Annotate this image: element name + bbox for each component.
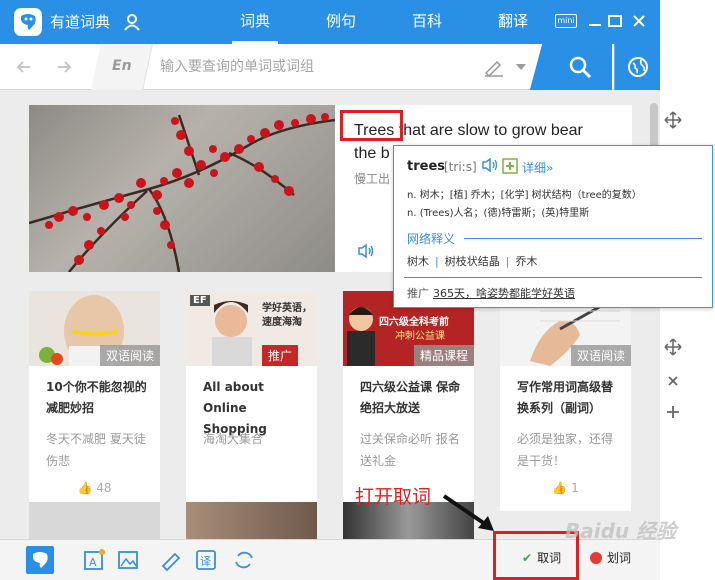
home-icon[interactable] [26, 546, 54, 574]
popup-promo: 推广 365天，啥姿势都能学好英语 [407, 285, 575, 301]
back-arrow-icon[interactable] [14, 57, 34, 77]
popup-net-label: 网络释义 [407, 232, 456, 246]
minimize-icon[interactable] [586, 12, 604, 30]
search-bar: En [0, 44, 660, 90]
speaker-icon[interactable] [482, 158, 498, 172]
like-count: 48 [96, 481, 112, 495]
thumbs-up-icon: 👍 [552, 481, 568, 495]
language-selector[interactable]: En [112, 58, 132, 74]
tab-encyclopedia[interactable]: 百科 [384, 0, 470, 44]
tab-translate[interactable]: 翻译 [470, 0, 556, 44]
article-card[interactable]: 双语阅读 写作常用词高级替换系列（副词） 必须是独家，还得是干货！ 👍 1 [500, 291, 631, 511]
article-card[interactable]: 双语阅读 10个你不能忽视的减肥妙招 冬天不减肥 夏天徒伤悲 👍 48 [29, 291, 160, 511]
card-description: 过关保命必听 报名送礼金 [360, 432, 460, 468]
popup-definition: n. (Trees)人名；(德)特雷斯；(英)特里斯 [407, 208, 590, 219]
title-bar: 有道词典 词典 例句 百科 翻译 mini [0, 0, 660, 44]
promo-link[interactable]: 365天，啥姿势都能学好英语 [433, 287, 575, 300]
card-title: 10个你不能忽视的减肥妙招 [46, 380, 147, 415]
mini-mode-button[interactable]: mini [555, 14, 577, 28]
popup-phonetic: [tri:s] [444, 160, 477, 174]
maximize-icon[interactable] [606, 12, 624, 30]
net-item[interactable]: 树木 [407, 255, 429, 268]
like-count: 1 [571, 481, 579, 495]
svg-text:A: A [89, 556, 97, 569]
word-book-icon[interactable]: A [80, 546, 108, 574]
popup-word: trees [407, 159, 445, 174]
search-input[interactable] [160, 54, 470, 80]
popup-definition: n. 树木；[植] 乔木；[化学] 树状结构（tree的复数） [407, 190, 642, 201]
net-item[interactable]: 乔木 [515, 255, 537, 268]
card-description: 冬天不减肥 夏天徒伤悲 [46, 432, 146, 468]
globe-icon [628, 57, 648, 77]
card-tag: 双语阅读 [570, 345, 631, 366]
tab-examples[interactable]: 例句 [298, 0, 384, 44]
select-word-label: 划词 [607, 551, 632, 565]
chevron-down-icon[interactable] [516, 64, 526, 70]
card-image-fitness: 双语阅读 [29, 291, 160, 366]
online-button[interactable] [614, 44, 660, 90]
close-icon[interactable] [630, 12, 648, 30]
pen-icon[interactable] [157, 546, 185, 574]
move-icon[interactable] [664, 111, 682, 129]
scrollbar-thumb[interactable] [650, 103, 658, 149]
card-image-shopping: EF 学好英语， 速度海淘 推广 [186, 291, 317, 366]
featured-title-line2: the b [354, 145, 390, 162]
watermark: Baidu 经验 [565, 519, 677, 543]
ef-logo: EF [190, 295, 210, 306]
card-image-text: 冲刺公益课 [395, 331, 445, 342]
speaker-icon[interactable] [357, 243, 375, 259]
search-icon [569, 56, 592, 79]
card-tag: 精品课程 [413, 345, 474, 366]
article-card[interactable]: EF 学好英语， 速度海淘 推广 All about Online Shoppi… [186, 291, 317, 511]
card-description: 必须是独家，还得是干货！ [517, 432, 614, 468]
forward-arrow-icon[interactable] [54, 57, 74, 77]
card-tag: 推广 [262, 345, 299, 366]
thumbs-up-icon: 👍 [77, 481, 93, 495]
red-berries-image [29, 105, 335, 272]
divider [404, 277, 702, 278]
promo-label: 推广 [407, 287, 429, 300]
tab-dictionary[interactable]: 词典 [212, 0, 298, 44]
translate-icon[interactable]: 译 [192, 546, 220, 574]
add-icon[interactable] [664, 403, 682, 421]
divider [464, 238, 702, 239]
annotation-arrow [442, 494, 494, 531]
card-likes[interactable]: 👍 1 [500, 481, 631, 495]
word-lookup-popup: trees [tri:s] 详细» n. 树木；[植] 乔木；[化学] 树状结构… [393, 145, 713, 308]
card-image-text: 速度海淘 [262, 317, 302, 328]
stop-icon [590, 551, 602, 564]
card-title: 写作常用词高级替换系列（副词） [517, 380, 614, 415]
user-icon[interactable] [122, 12, 142, 32]
card-image-text: 四六级全科考前 [379, 317, 449, 328]
add-to-wordbook-icon[interactable] [502, 158, 518, 174]
next-card-thumbnail[interactable] [186, 502, 317, 539]
popup-details-link[interactable]: 详细» [522, 159, 553, 176]
highlight-box [340, 110, 403, 141]
annotation-label: 打开取词 [355, 486, 432, 508]
next-card-thumbnail[interactable] [29, 502, 160, 539]
handwriting-icon[interactable] [483, 57, 505, 77]
popup-net-items: 树木 | 树枝状结晶 | 乔木 [407, 255, 538, 268]
search-button[interactable] [548, 44, 612, 90]
article-card[interactable]: 四六级全科考前 冲刺公益课 精品课程 四六级公益课 保命绝招大放送 过关保命必听… [343, 291, 474, 511]
app-title: 有道词典 [50, 13, 111, 31]
featured-subtitle: 慢工出 [354, 172, 391, 186]
net-item[interactable]: 树枝状结晶 [445, 255, 500, 268]
main-nav: 词典 例句 百科 翻译 [212, 0, 556, 44]
select-word-toggle[interactable]: 划词 [590, 549, 631, 566]
youdao-logo-icon [14, 8, 42, 36]
svg-text:译: 译 [200, 555, 211, 568]
move-icon[interactable] [664, 338, 682, 356]
card-tag: 双语阅读 [99, 345, 160, 366]
card-description: 海淘大集合 [203, 432, 264, 446]
close-icon[interactable] [664, 372, 682, 390]
refresh-icon[interactable] [230, 546, 258, 574]
card-likes[interactable]: 👍 48 [29, 481, 160, 495]
card-title: 四六级公益课 保命绝招大放送 [360, 380, 461, 415]
card-image-text: 学好英语， [262, 303, 312, 314]
image-translate-icon[interactable] [114, 546, 142, 574]
